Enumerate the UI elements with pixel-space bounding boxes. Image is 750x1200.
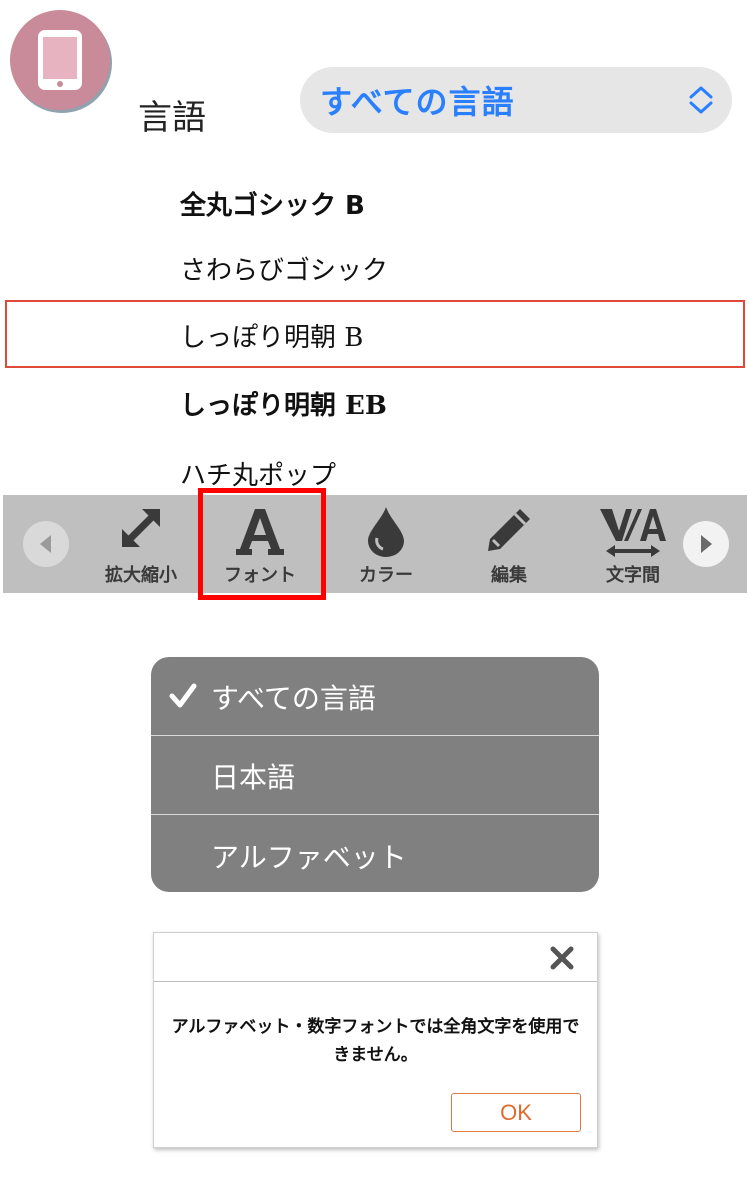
dropdown-option-japanese[interactable]: 日本語 <box>151 736 599 815</box>
triangle-left-icon <box>40 535 51 553</box>
drop-icon <box>368 507 404 557</box>
tool-edit[interactable]: 編集 <box>461 495 557 593</box>
dropdown-option-alphabet[interactable]: アルファベット <box>151 816 599 892</box>
dropdown-option-label: 日本語 <box>211 761 296 794</box>
tool-color[interactable]: カラー <box>338 495 434 593</box>
dialog-divider <box>154 981 597 982</box>
tool-letter-spacing[interactable]: 文字間 <box>585 495 681 593</box>
dropdown-option-label: アルファベット <box>211 841 407 874</box>
tool-label: 文字間 <box>606 565 660 586</box>
tool-label: 拡大縮小 <box>105 565 177 586</box>
font-item[interactable]: ハチ丸ポップ <box>180 455 336 492</box>
font-item[interactable]: 全丸ゴシック B <box>180 185 365 222</box>
scroll-right-button[interactable] <box>683 521 729 567</box>
font-tool-highlight <box>198 488 326 600</box>
edit-toolbar: 拡大縮小 フォント カラー 編集 文字間 <box>3 495 747 593</box>
chevron-updown-icon <box>689 86 713 114</box>
resize-icon <box>122 509 160 547</box>
tool-label: カラー <box>359 565 413 586</box>
dropdown-option-label: すべての言語 <box>211 682 376 715</box>
selected-font-frame <box>5 300 745 368</box>
font-item[interactable]: しっぽり明朝 EB <box>180 385 387 422</box>
scroll-left-button[interactable] <box>23 521 69 567</box>
close-icon[interactable] <box>549 945 575 971</box>
language-dropdown: すべての言語 日本語 アルファベット <box>151 657 599 892</box>
language-label: 言語 <box>138 98 206 138</box>
language-select-value: すべての言語 <box>320 83 515 121</box>
tool-zoom[interactable]: 拡大縮小 <box>93 495 189 593</box>
ok-button[interactable]: OK <box>451 1093 581 1132</box>
font-item[interactable]: さわらびゴシック <box>180 250 388 287</box>
letter-spacing-icon <box>600 509 666 557</box>
phone-badge <box>10 10 110 110</box>
language-select[interactable]: すべての言語 <box>300 67 732 133</box>
checkmark-icon <box>169 683 197 708</box>
tool-label: 編集 <box>491 565 527 586</box>
pencil-icon <box>488 509 530 551</box>
smartphone-icon <box>38 30 82 90</box>
dropdown-option-all[interactable]: すべての言語 <box>151 657 599 736</box>
alert-dialog: アルファベット・数字フォントでは全角文字を使用できません。 OK <box>153 932 598 1148</box>
triangle-right-icon <box>701 535 712 553</box>
dialog-message: アルファベット・数字フォントでは全角文字を使用できません。 <box>171 1017 580 1065</box>
